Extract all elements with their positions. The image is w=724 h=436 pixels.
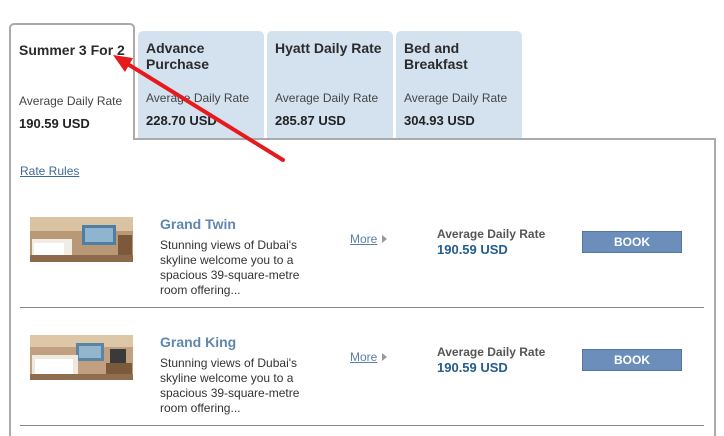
tab-title: Hyatt Daily Rate	[275, 40, 382, 56]
tab-hyatt-daily-rate[interactable]: Hyatt Daily Rate Average Daily Rate 285.…	[267, 31, 393, 139]
room-name[interactable]: Grand Twin	[160, 216, 236, 232]
more-label: More	[350, 232, 378, 246]
tab-rate-label: Average Daily Rate	[275, 91, 379, 105]
book-button[interactable]: BOOK	[582, 349, 682, 371]
tab-rate-price: 285.87 USD	[275, 113, 346, 128]
row-divider	[20, 425, 704, 426]
tab-title: Bed and Breakfast	[404, 40, 468, 72]
average-rate-label: Average Daily Rate	[437, 227, 546, 241]
tab-rate-price: 228.70 USD	[146, 113, 217, 128]
rate-rules-link[interactable]: Rate Rules	[20, 164, 79, 178]
more-link[interactable]: More	[350, 350, 388, 364]
average-rate-price: 190.59 USD	[437, 360, 508, 375]
room-name[interactable]: Grand King	[160, 334, 236, 350]
book-button[interactable]: BOOK	[582, 231, 682, 253]
tab-summer-3-for-2[interactable]: Summer 3 For 2 Average Daily Rate 190.59…	[9, 23, 135, 140]
row-divider	[20, 307, 704, 308]
tab-rate-price: 190.59 USD	[19, 116, 90, 131]
room-description: Stunning views of Dubai's skyline welcom…	[160, 238, 300, 297]
tab-title: Advance Purchase	[146, 40, 210, 72]
tab-bed-and-breakfast[interactable]: Bed and Breakfast Average Daily Rate 304…	[396, 31, 522, 139]
chevron-right-icon	[382, 353, 388, 361]
tab-rate-label: Average Daily Rate	[19, 94, 123, 108]
average-rate-label: Average Daily Rate	[437, 345, 546, 359]
chevron-right-icon	[382, 235, 388, 243]
tab-title: Summer 3 For 2	[19, 42, 125, 58]
more-link[interactable]: More	[350, 232, 388, 246]
more-label: More	[350, 350, 378, 364]
rate-panel	[9, 138, 716, 436]
average-rate-price: 190.59 USD	[437, 242, 508, 257]
tab-advance-purchase[interactable]: Advance Purchase Average Daily Rate 228.…	[138, 31, 264, 139]
room-photo-grand-twin[interactable]	[30, 217, 133, 262]
room-photo-grand-king[interactable]	[30, 335, 133, 380]
tab-rate-label: Average Daily Rate	[404, 91, 508, 105]
room-description: Stunning views of Dubai's skyline welcom…	[160, 356, 300, 415]
tab-rate-price: 304.93 USD	[404, 113, 475, 128]
tab-rate-label: Average Daily Rate	[146, 91, 250, 105]
